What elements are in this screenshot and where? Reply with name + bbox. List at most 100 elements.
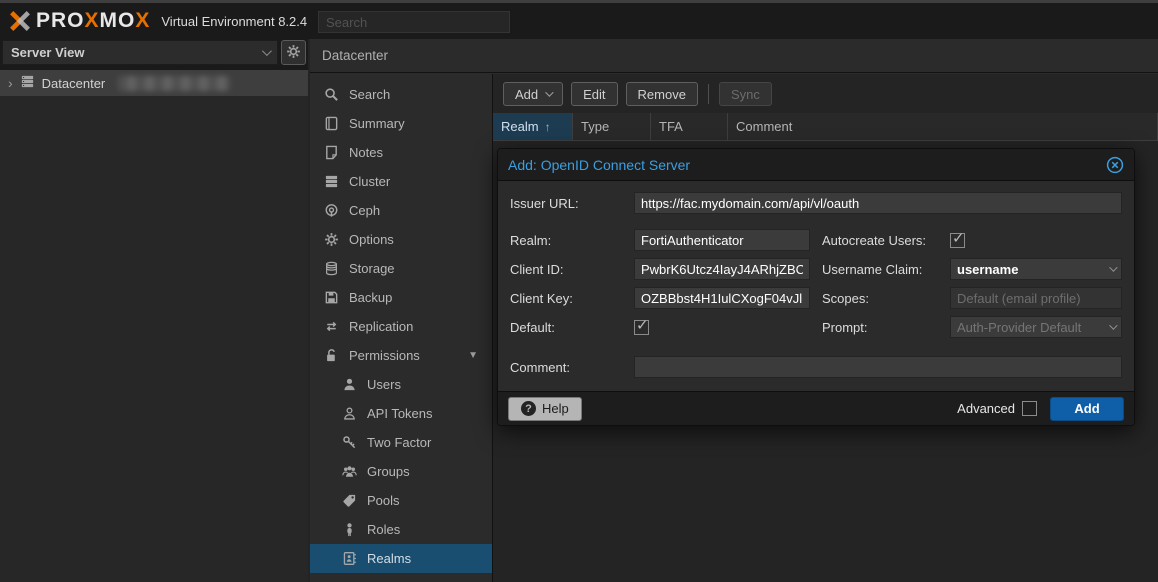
add-button[interactable]: Add	[503, 82, 563, 106]
sidebar-item-pools[interactable]: Pools	[310, 486, 492, 515]
default-label: Default:	[510, 320, 634, 335]
sidebar-item-search[interactable]: Search	[310, 80, 492, 109]
sidebar-item-realms[interactable]: Realms	[310, 544, 492, 573]
sidebar-item-label: Backup	[349, 290, 392, 305]
product-version-label: Virtual Environment 8.2.4	[161, 14, 307, 29]
sidebar-item-ceph[interactable]: Ceph	[310, 196, 492, 225]
username-claim-select[interactable]: username	[950, 258, 1122, 280]
toolbar-separator	[708, 84, 709, 104]
sidebar-item-label: Replication	[349, 319, 413, 334]
column-header-type[interactable]: Type	[573, 113, 651, 140]
chevron-down-icon	[1109, 263, 1117, 271]
autocreate-users-checkbox[interactable]	[950, 233, 965, 248]
resource-tree-panel: Server View › Datacenter	[0, 39, 308, 582]
add-submit-button[interactable]: Add	[1050, 397, 1124, 421]
remove-button[interactable]: Remove	[626, 82, 698, 106]
tree-item-label: Datacenter	[42, 76, 106, 91]
sidebar-item-notes[interactable]: Notes	[310, 138, 492, 167]
edit-button[interactable]: Edit	[571, 82, 617, 106]
sidebar-item-groups[interactable]: Groups	[310, 457, 492, 486]
address-book-icon	[341, 551, 357, 567]
proxmox-logo: PROXMOX Virtual Environment 8.2.4	[8, 9, 307, 33]
sidebar-item-backup[interactable]: Backup	[310, 283, 492, 312]
column-header-comment[interactable]: Comment	[728, 113, 1158, 140]
sidebar-item-cluster[interactable]: Cluster	[310, 167, 492, 196]
redacted-node-name	[118, 76, 230, 91]
sidebar-item-storage[interactable]: Storage	[310, 254, 492, 283]
issuer-url-field[interactable]	[634, 192, 1122, 214]
sidebar-item-label: Realms	[367, 551, 411, 566]
column-header-tfa[interactable]: TFA	[651, 113, 728, 140]
unlock-icon	[323, 348, 339, 364]
book-icon	[323, 116, 339, 132]
sidebar-item-options[interactable]: Options	[310, 225, 492, 254]
sidebar-item-label: Storage	[349, 261, 395, 276]
client-id-field[interactable]	[634, 258, 810, 280]
app-header: PROXMOX Virtual Environment 8.2.4	[0, 3, 1158, 39]
user-icon	[341, 377, 357, 393]
realms-table-header: Realm↑TypeTFAComment	[493, 113, 1158, 141]
caret-down-icon: ▼	[468, 350, 478, 361]
realm-label: Realm:	[510, 233, 634, 248]
sidebar-item-label: Groups	[367, 464, 410, 479]
sidebar-item-label: Notes	[349, 145, 383, 160]
scopes-field[interactable]	[950, 287, 1122, 309]
dialog-title: Add: OpenID Connect Server	[508, 157, 690, 173]
column-header-realm[interactable]: Realm↑	[493, 113, 573, 140]
sidebar-item-summary[interactable]: Summary	[310, 109, 492, 138]
sidebar-item-label: Pools	[367, 493, 400, 508]
help-button[interactable]: ? Help	[508, 397, 582, 421]
panel-header: Datacenter	[310, 39, 1158, 73]
sidebar-item-label: Options	[349, 232, 394, 247]
global-search-input[interactable]	[318, 11, 510, 33]
sidebar-item-permissions[interactable]: Permissions ▼	[310, 341, 492, 370]
dialog-header[interactable]: Add: OpenID Connect Server	[498, 149, 1134, 181]
person-icon	[341, 522, 357, 538]
client-key-field[interactable]	[634, 287, 810, 309]
comment-field[interactable]	[634, 356, 1122, 378]
question-icon: ?	[521, 401, 536, 416]
dialog-footer: ? Help Advanced Add	[498, 391, 1134, 425]
sidebar-item-label: Permissions	[349, 348, 420, 363]
client-key-label: Client Key:	[510, 291, 634, 306]
user-o-icon	[341, 406, 357, 422]
autocreate-users-label: Autocreate Users:	[822, 233, 950, 248]
comment-label: Comment:	[510, 360, 634, 375]
sidebar-item-users[interactable]: Users	[310, 370, 492, 399]
sidebar-item-ha[interactable]: HA▼	[310, 573, 492, 582]
search-icon	[323, 87, 339, 103]
advanced-checkbox[interactable]	[1022, 401, 1037, 416]
server-icon	[20, 74, 35, 92]
sidebar-item-label: API Tokens	[367, 406, 433, 421]
sync-button[interactable]: Sync	[719, 82, 772, 106]
sidebar-item-label: Summary	[349, 116, 405, 131]
gear-icon	[286, 44, 301, 62]
resource-tree: › Datacenter	[0, 68, 308, 582]
sidebar-item-label: Ceph	[349, 203, 380, 218]
key-icon	[341, 435, 357, 451]
sidebar-item-two-factor[interactable]: Two Factor	[310, 428, 492, 457]
note-icon	[323, 145, 339, 161]
sidebar-item-label: Search	[349, 87, 390, 102]
sidebar-item-roles[interactable]: Roles	[310, 515, 492, 544]
realm-field[interactable]	[634, 229, 810, 251]
users-icon	[341, 464, 357, 480]
sidebar-item-api-tokens[interactable]: API Tokens	[310, 399, 492, 428]
chevron-down-icon	[1109, 321, 1117, 329]
sort-asc-icon: ↑	[545, 120, 551, 134]
default-checkbox[interactable]	[634, 320, 649, 335]
gear-icon	[323, 232, 339, 248]
prompt-select[interactable]: Auth-Provider Default	[950, 316, 1122, 338]
sidebar-menu: Search Summary Notes Cluster Ceph Options Stor…	[310, 74, 493, 582]
realms-toolbar: Add Edit Remove Sync	[493, 74, 1158, 113]
view-selector-combo[interactable]: Server View	[2, 40, 278, 65]
close-icon[interactable]	[1106, 156, 1124, 174]
tree-item-datacenter[interactable]: › Datacenter	[0, 70, 308, 96]
logo-wordmark: PROXMOX	[36, 9, 150, 33]
issuer-url-label: Issuer URL:	[510, 196, 634, 211]
sidebar-item-label: Roles	[367, 522, 400, 537]
tree-settings-button[interactable]	[281, 40, 306, 65]
sidebar-item-replication[interactable]: Replication	[310, 312, 492, 341]
tree-expander-icon[interactable]: ›	[8, 75, 13, 91]
chevron-down-icon	[545, 88, 553, 96]
